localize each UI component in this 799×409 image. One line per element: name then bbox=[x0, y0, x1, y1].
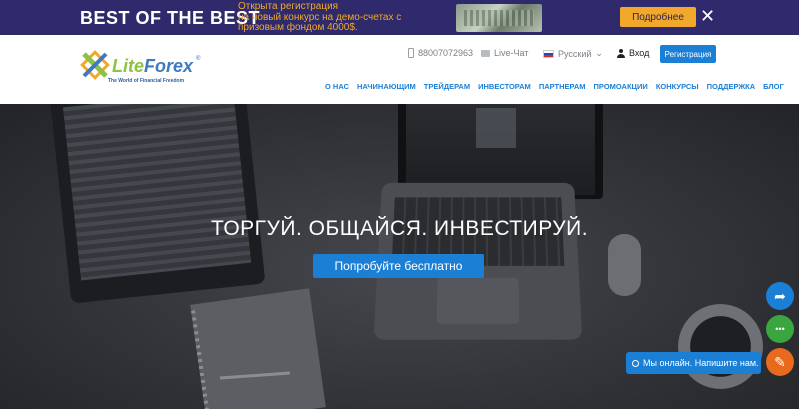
close-icon[interactable]: ✕ bbox=[700, 7, 715, 25]
nav-item-traders[interactable]: ТРЕЙДЕРАМ bbox=[424, 82, 470, 91]
nav-item-partners[interactable]: ПАРТНЕРАМ bbox=[539, 82, 586, 91]
logo-wordmark: LiteForex bbox=[112, 56, 193, 77]
logo-mark-icon bbox=[80, 50, 110, 80]
language-selector[interactable]: Русский ⌄ bbox=[543, 48, 603, 59]
online-chat-bubble[interactable]: Мы онлайн. Напишите нам. bbox=[626, 352, 761, 374]
pencil-icon: ✎ bbox=[774, 353, 786, 370]
cash-image bbox=[456, 4, 542, 32]
live-chat-link[interactable]: Live-Чат bbox=[481, 48, 528, 58]
phone-icon bbox=[408, 48, 414, 58]
chevron-down-icon: ⌄ bbox=[595, 48, 603, 58]
share-button[interactable]: ➦ bbox=[766, 282, 794, 310]
nav-item-support[interactable]: ПОДДЕРЖКА bbox=[707, 82, 756, 91]
language-label: Русский bbox=[558, 48, 592, 59]
logo-forex: Forex bbox=[144, 56, 194, 76]
nav-item-about[interactable]: О НАС bbox=[325, 82, 349, 91]
site-header: LiteForex ® The World of Financial Freed… bbox=[0, 35, 799, 104]
nav-item-blog[interactable]: БЛОГ bbox=[763, 82, 784, 91]
russian-flag-icon bbox=[543, 49, 554, 58]
nav-item-beginners[interactable]: НАЧИНАЮЩИМ bbox=[357, 82, 416, 91]
login-label: Вход bbox=[629, 48, 650, 58]
logo-registered-mark: ® bbox=[196, 56, 201, 62]
promo-text-line: Открыта регистрация bbox=[238, 1, 339, 12]
promo-banner: BEST OF THE BEST Открыта регистрация на … bbox=[0, 0, 799, 35]
promo-text: Открыта регистрация на новый конкурс на … bbox=[238, 1, 401, 34]
coffee-cup-image bbox=[678, 304, 763, 389]
logo-tagline: The World of Financial Freedom bbox=[108, 78, 185, 84]
mouse-image bbox=[608, 234, 641, 296]
share-icon: ➦ bbox=[774, 287, 786, 304]
login-link[interactable]: Вход bbox=[617, 48, 649, 58]
nav-item-contests[interactable]: КОНКУРСЫ bbox=[656, 82, 699, 91]
chat-button[interactable]: ••• bbox=[766, 315, 794, 343]
liteforex-logo[interactable]: LiteForex ® The World of Financial Freed… bbox=[80, 48, 210, 88]
nav-item-promotions[interactable]: ПРОМОАКЦИИ bbox=[594, 82, 648, 91]
try-free-button[interactable]: Попробуйте бесплатно bbox=[313, 254, 484, 278]
promo-text-line: призовым фондом 4000$. bbox=[238, 22, 358, 33]
nav-item-investors[interactable]: ИНВЕСТОРАМ bbox=[478, 82, 531, 91]
chat-bubble-icon: ••• bbox=[775, 324, 785, 334]
hero-title: ТОРГУЙ. ОБЩАЙСЯ. ИНВЕСТИРУЙ. bbox=[210, 217, 589, 240]
promo-title: BEST OF THE BEST bbox=[80, 8, 261, 28]
tablet-image bbox=[49, 104, 266, 304]
main-nav: О НАС НАЧИНАЮЩИМ ТРЕЙДЕРАМ ИНВЕСТОРАМ ПА… bbox=[325, 82, 792, 91]
promo-details-button[interactable]: Подробнее bbox=[620, 7, 696, 27]
live-chat-label: Live-Чат bbox=[494, 48, 529, 58]
register-button[interactable]: Регистрация bbox=[660, 45, 716, 63]
notepad-image bbox=[190, 288, 326, 409]
phone-link[interactable]: 88007072963 bbox=[408, 48, 473, 58]
user-icon bbox=[617, 48, 625, 58]
chat-icon bbox=[481, 49, 490, 57]
phone-number: 88007072963 bbox=[418, 48, 474, 58]
logo-lite: Lite bbox=[112, 56, 145, 76]
chat-status-text: Мы онлайн. Напишите нам. bbox=[643, 358, 759, 368]
feedback-button[interactable]: ✎ bbox=[766, 348, 794, 376]
online-status-icon bbox=[632, 359, 639, 367]
